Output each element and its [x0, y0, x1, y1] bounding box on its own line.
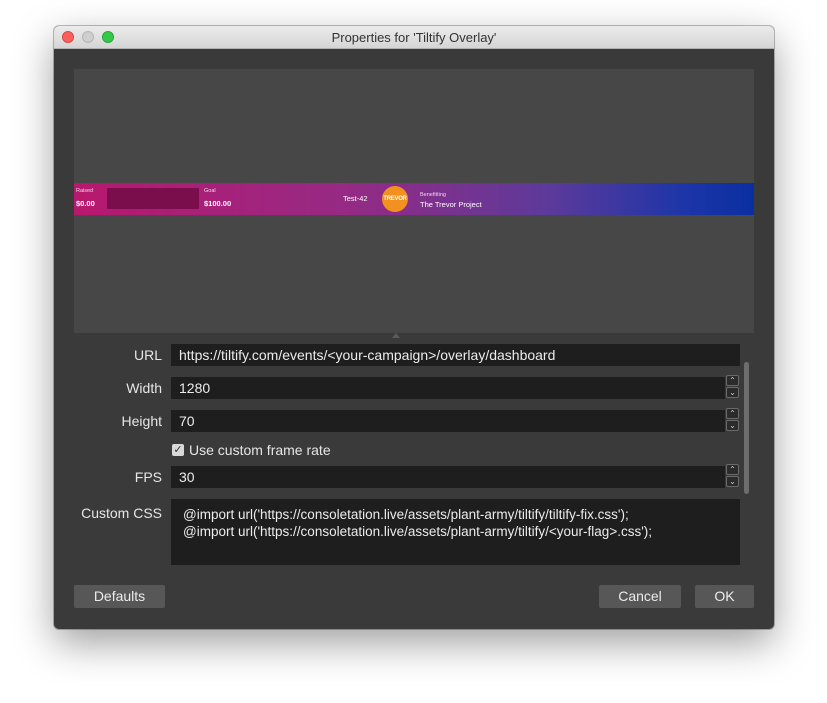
benefitting-name: The Trevor Project — [420, 200, 482, 209]
height-label: Height — [121, 413, 162, 429]
fps-stepper: ⌃ ⌄ — [726, 464, 740, 489]
window-title: Properties for 'Tiltify Overlay' — [331, 30, 497, 45]
height-input[interactable]: 70 — [171, 410, 725, 432]
custom-frame-rate-checkbox[interactable]: ✓ — [172, 444, 184, 456]
height-increment-icon[interactable]: ⌃ — [726, 408, 739, 419]
fps-label: FPS — [134, 469, 162, 485]
cancel-button[interactable]: Cancel — [599, 585, 681, 608]
css-line-2: @import url('https://consoletation.live/… — [183, 524, 653, 539]
benefitting-label: Benefitting — [420, 192, 446, 198]
fps-decrement-icon[interactable]: ⌄ — [726, 476, 739, 487]
form-scrollbar[interactable] — [744, 362, 749, 494]
tiltify-overlay-banner: Raised $0.00 Goal $100.00 Test-42 TREVOR… — [74, 183, 754, 215]
url-input[interactable]: https://tiltify.com/events/<your-campaig… — [171, 344, 740, 366]
width-stepper: ⌃ ⌄ — [726, 375, 740, 400]
custom-css-label: Custom CSS — [81, 505, 162, 521]
custom-frame-rate-label[interactable]: Use custom frame rate — [189, 442, 331, 458]
raised-label: Raised — [76, 188, 94, 194]
goal-value: $100.00 — [204, 199, 232, 208]
width-decrement-icon[interactable]: ⌄ — [726, 387, 739, 398]
width-input[interactable]: 1280 — [171, 377, 725, 399]
custom-css-textarea[interactable]: @import url('https://consoletation.live/… — [171, 499, 740, 565]
raised-value: $0.00 — [76, 199, 95, 208]
fps-input[interactable]: 30 — [171, 466, 725, 488]
progress-bar-track — [107, 188, 199, 209]
properties-window: Properties for 'Tiltify Overlay' Raised … — [54, 26, 774, 629]
splitter-handle-icon[interactable] — [392, 333, 400, 338]
trevor-logo-icon: TREVOR — [382, 186, 408, 212]
ok-button[interactable]: OK — [695, 585, 754, 608]
css-line-1: @import url('https://consoletation.live/… — [183, 507, 629, 522]
goal-label: Goal — [204, 188, 216, 194]
width-label: Width — [126, 380, 162, 396]
fps-increment-icon[interactable]: ⌃ — [726, 464, 739, 475]
url-label: URL — [133, 347, 162, 363]
height-stepper: ⌃ ⌄ — [726, 408, 740, 433]
source-preview: Raised $0.00 Goal $100.00 Test-42 TREVOR… — [74, 69, 754, 333]
height-decrement-icon[interactable]: ⌄ — [726, 420, 739, 431]
title-bar: Properties for 'Tiltify Overlay' — [54, 26, 774, 49]
defaults-button[interactable]: Defaults — [74, 585, 165, 608]
campaign-name: Test-42 — [343, 194, 368, 203]
width-increment-icon[interactable]: ⌃ — [726, 375, 739, 386]
